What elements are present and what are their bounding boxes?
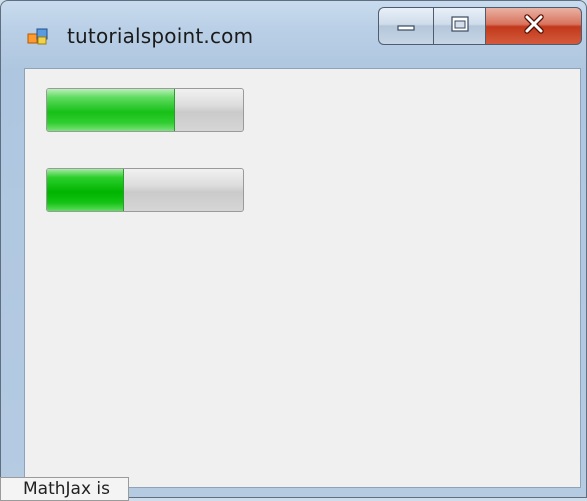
caption-buttons — [378, 7, 582, 45]
maximize-icon — [449, 14, 471, 38]
progress-bar-fill — [47, 89, 176, 131]
maximize-button[interactable] — [433, 7, 485, 45]
status-message: MathJax is — [0, 477, 129, 501]
progress-bar-2 — [46, 168, 244, 212]
close-button[interactable] — [485, 7, 582, 45]
app-window: tutorialspoint.com — [0, 0, 587, 498]
window-title: tutorialspoint.com — [67, 24, 254, 48]
close-icon — [521, 14, 547, 38]
minimize-icon — [395, 17, 417, 36]
progress-bar-1 — [46, 88, 244, 132]
windows-form-icon — [27, 27, 49, 47]
progress-bar-fill — [47, 169, 125, 211]
minimize-button[interactable] — [378, 7, 433, 45]
form-client-area — [24, 68, 581, 488]
status-message-text: MathJax is — [22, 479, 110, 499]
title-bar[interactable]: tutorialspoint.com — [1, 1, 586, 63]
